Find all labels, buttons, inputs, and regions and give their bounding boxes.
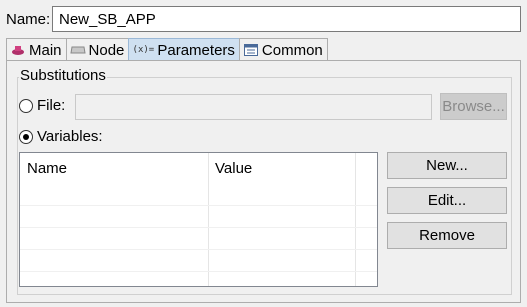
table-row-divider	[20, 249, 377, 250]
tab-bar: Main Node (x)= Parameters Common	[6, 38, 328, 61]
file-label: File:	[37, 97, 66, 114]
column-header-name[interactable]: Name	[20, 153, 208, 183]
node-icon	[69, 43, 86, 57]
tab-parameters-label: Parameters	[157, 41, 235, 59]
tab-common[interactable]: Common	[238, 38, 328, 61]
column-header-value[interactable]: Value	[208, 153, 356, 183]
variables-table[interactable]: Name Value	[19, 152, 378, 287]
tab-common-label: Common	[261, 41, 323, 59]
variables-radio-row[interactable]: Variables:	[19, 128, 103, 145]
tab-node[interactable]: Node	[65, 38, 130, 61]
substitutions-title: Substitutions	[19, 67, 107, 84]
remove-button-label: Remove	[419, 227, 475, 244]
edit-button[interactable]: Edit...	[387, 187, 507, 214]
new-button[interactable]: New...	[387, 152, 507, 179]
file-radio-row[interactable]: File:	[19, 97, 65, 114]
variables-radio[interactable]	[19, 129, 33, 144]
column-header-value-label: Value	[215, 159, 253, 177]
column-separator	[208, 153, 209, 286]
tab-node-label: Node	[88, 41, 125, 59]
file-path-field	[75, 94, 432, 120]
name-input[interactable]	[52, 6, 521, 32]
main-icon	[10, 43, 26, 57]
variables-label: Variables:	[37, 128, 103, 145]
tab-main-label: Main	[29, 41, 62, 59]
new-button-label: New...	[426, 157, 468, 174]
browse-button-label: Browse...	[442, 98, 505, 115]
parameters-icon: (x)=	[132, 45, 155, 55]
table-row-divider	[20, 205, 377, 206]
remove-button[interactable]: Remove	[387, 222, 507, 249]
edit-button-label: Edit...	[427, 192, 467, 209]
column-separator	[355, 153, 356, 286]
column-header-name-label: Name	[27, 159, 68, 177]
file-radio[interactable]	[19, 98, 33, 113]
table-row-divider	[20, 227, 377, 228]
name-label: Name:	[6, 10, 51, 28]
name-row: Name:	[6, 6, 52, 32]
tab-main[interactable]: Main	[6, 38, 67, 61]
tab-parameters[interactable]: (x)= Parameters	[128, 38, 240, 61]
common-icon	[243, 43, 259, 57]
browse-button: Browse...	[440, 93, 507, 120]
table-row-divider	[20, 271, 377, 272]
